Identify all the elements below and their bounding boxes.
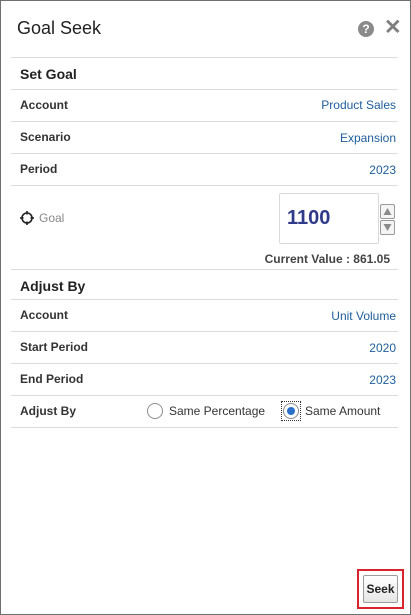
divider [11,153,398,154]
divider [11,299,398,300]
divider [11,427,398,428]
help-icon[interactable]: ? [358,21,374,37]
goal-label: Goal [39,211,65,225]
decrement-button[interactable] [380,220,395,235]
start-period-label: Start Period [20,340,89,354]
adjust-account-label: Account [20,308,68,322]
set-goal-account-label: Account [20,98,68,112]
same-percentage-radio[interactable] [147,403,163,419]
adjust-account-value[interactable]: Unit Volume [331,309,396,323]
seek-button[interactable]: Seek [363,575,398,603]
goal-seek-dialog: Goal Seek ? ✕ Set Goal Account Product S… [0,0,411,615]
adjust-by-heading: Adjust By [20,278,86,294]
seek-highlight: Seek [357,569,404,609]
divider [11,121,398,122]
divider [11,185,398,186]
divider [11,269,398,270]
set-goal-scenario-value[interactable]: Expansion [340,131,396,145]
divider [11,363,398,364]
close-icon[interactable]: ✕ [384,17,402,38]
divider [11,57,398,58]
increment-button[interactable] [380,204,395,219]
end-period-value[interactable]: 2023 [369,373,396,387]
triangle-down-icon [383,224,392,231]
divider [11,89,398,90]
divider [11,331,398,332]
set-goal-heading: Set Goal [20,66,77,82]
goal-input[interactable]: 1100 [279,193,379,244]
adjust-method-label: Adjust By [20,404,77,418]
dialog-title: Goal Seek [17,18,102,38]
same-percentage-label[interactable]: Same Percentage [169,404,265,418]
divider [11,395,398,396]
triangle-up-icon [383,208,392,215]
set-goal-scenario-label: Scenario [20,130,71,144]
end-period-label: End Period [20,372,84,386]
set-goal-account-value[interactable]: Product Sales [321,98,396,112]
goal-value: 1100 [287,207,331,229]
current-value: Current Value : 861.05 [264,252,390,266]
set-goal-period-value[interactable]: 2023 [369,163,396,177]
target-icon [20,211,34,225]
set-goal-period-label: Period [20,162,58,176]
same-amount-radio[interactable] [283,403,299,419]
same-amount-label[interactable]: Same Amount [305,404,380,418]
start-period-value[interactable]: 2020 [369,341,396,355]
